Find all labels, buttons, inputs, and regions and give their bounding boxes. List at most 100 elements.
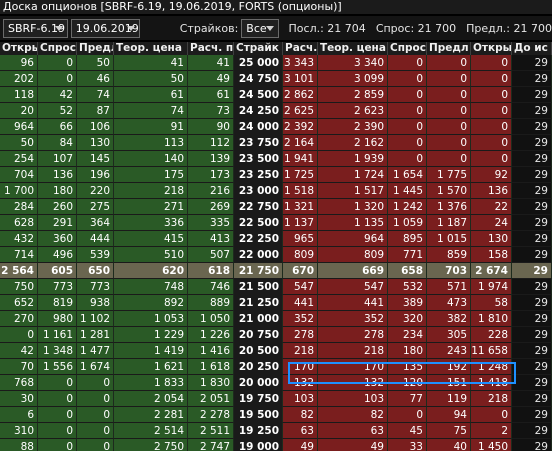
cell-put-theoretical-price[interactable]: 1 939: [318, 151, 388, 167]
table-row[interactable]: 01 161 1 281 1 229 1 226 20 750 278 278 234 305 2…: [0, 327, 552, 343]
cell-call-settlement-price[interactable]: 335: [188, 215, 234, 231]
cell-call-settlement-price[interactable]: 507: [188, 247, 234, 263]
column-header-put-theoretical-price[interactable]: Теор. цена: [318, 42, 388, 55]
cell-call-theoretical-price[interactable]: 91: [114, 119, 188, 135]
cell-call-theoretical-price[interactable]: 140: [114, 151, 188, 167]
cell-put-open-interest[interactable]: 218: [471, 391, 512, 407]
cell-call-open-interest[interactable]: 118: [0, 87, 38, 103]
cell-put-theoretical-price[interactable]: 3 340: [318, 55, 388, 71]
cell-strike[interactable]: 21 750: [234, 263, 283, 279]
cell-put-offer[interactable]: 243: [427, 343, 471, 359]
cell-put-open-interest[interactable]: 2: [471, 423, 512, 439]
cell-call-open-interest[interactable]: 628: [0, 215, 38, 231]
cell-call-bid[interactable]: 605: [38, 263, 77, 279]
table-row[interactable]: 202 0 46 50 49 24 750 3 101 3 099 0 0 0 29: [0, 71, 552, 87]
table-row[interactable]: 284 260 275 271 269 22 750 1 321 1 320 1 242 1 37…: [0, 199, 552, 215]
cell-put-offer[interactable]: 0: [427, 87, 471, 103]
cell-put-open-interest[interactable]: 130: [471, 231, 512, 247]
cell-put-bid[interactable]: 0: [388, 87, 427, 103]
cell-call-settlement-price[interactable]: 216: [188, 183, 234, 199]
cell-call-bid[interactable]: 980: [38, 311, 77, 327]
cell-put-theoretical-price[interactable]: 2 162: [318, 135, 388, 151]
cell-call-offer[interactable]: 0: [77, 375, 114, 391]
cell-call-bid[interactable]: 0: [38, 439, 77, 451]
cell-put-offer[interactable]: 1 376: [427, 199, 471, 215]
cell-call-bid[interactable]: 180: [38, 183, 77, 199]
cell-put-theoretical-price[interactable]: 1 724: [318, 167, 388, 183]
cell-call-open-interest[interactable]: 2 564: [0, 263, 38, 279]
cell-call-theoretical-price[interactable]: 50: [114, 71, 188, 87]
cell-strike[interactable]: 23 250: [234, 167, 283, 183]
cell-call-bid[interactable]: 1 348: [38, 343, 77, 359]
column-header-call-settlement-price[interactable]: Расч. п: [188, 42, 234, 55]
cell-strike[interactable]: 25 000: [234, 55, 283, 71]
cell-put-bid[interactable]: 0: [388, 135, 427, 151]
cell-put-settlement-price[interactable]: 82: [283, 407, 318, 423]
cell-call-settlement-price[interactable]: 2 747: [188, 439, 234, 451]
cell-call-bid[interactable]: 136: [38, 167, 77, 183]
cell-put-settlement-price[interactable]: 3 343: [283, 55, 318, 71]
cell-days-to-expiry[interactable]: 29: [512, 87, 552, 103]
cell-put-theoretical-price[interactable]: 669: [318, 263, 388, 279]
cell-call-bid[interactable]: 0: [38, 423, 77, 439]
cell-put-theoretical-price[interactable]: 278: [318, 327, 388, 343]
cell-call-open-interest[interactable]: 714: [0, 247, 38, 263]
cell-call-open-interest[interactable]: 270: [0, 311, 38, 327]
cell-days-to-expiry[interactable]: 29: [512, 343, 552, 359]
cell-put-offer[interactable]: 0: [427, 119, 471, 135]
table-row[interactable]: 50 84 130 113 112 23 750 2 164 2 162 0 0 0 29: [0, 135, 552, 151]
strikes-select[interactable]: Все: [241, 18, 279, 38]
cell-call-theoretical-price[interactable]: 2 281: [114, 407, 188, 423]
cell-call-bid[interactable]: 260: [38, 199, 77, 215]
cell-call-offer[interactable]: 50: [77, 55, 114, 71]
cell-put-bid[interactable]: 45: [388, 423, 427, 439]
cell-call-settlement-price[interactable]: 746: [188, 279, 234, 295]
cell-put-settlement-price[interactable]: 352: [283, 311, 318, 327]
cell-call-offer[interactable]: 87: [77, 103, 114, 119]
cell-call-bid[interactable]: 52: [38, 103, 77, 119]
cell-strike[interactable]: 20 500: [234, 343, 283, 359]
cell-put-offer[interactable]: 571: [427, 279, 471, 295]
cell-put-offer[interactable]: 859: [427, 247, 471, 263]
cell-put-open-interest[interactable]: 1 974: [471, 279, 512, 295]
cell-put-offer[interactable]: 0: [427, 71, 471, 87]
cell-strike[interactable]: 20 250: [234, 359, 283, 375]
cell-put-settlement-price[interactable]: 965: [283, 231, 318, 247]
cell-put-offer[interactable]: 1 570: [427, 183, 471, 199]
cell-put-bid[interactable]: 320: [388, 311, 427, 327]
table-row[interactable]: 118 42 74 61 61 24 500 2 862 2 859 0 0 0 29: [0, 87, 552, 103]
column-header-put-settlement-price[interactable]: Расч. п: [283, 42, 318, 55]
cell-call-open-interest[interactable]: 50: [0, 135, 38, 151]
cell-call-theoretical-price[interactable]: 336: [114, 215, 188, 231]
cell-call-offer[interactable]: 220: [77, 183, 114, 199]
cell-strike[interactable]: 21 000: [234, 311, 283, 327]
cell-days-to-expiry[interactable]: 29: [512, 295, 552, 311]
table-row[interactable]: 20 52 87 74 73 24 250 2 625 2 623 0 0 0 29: [0, 103, 552, 119]
cell-put-settlement-price[interactable]: 441: [283, 295, 318, 311]
cell-call-offer[interactable]: 650: [77, 263, 114, 279]
cell-call-settlement-price[interactable]: 2 278: [188, 407, 234, 423]
cell-call-settlement-price[interactable]: 2 051: [188, 391, 234, 407]
cell-strike[interactable]: 19 750: [234, 391, 283, 407]
cell-call-offer[interactable]: 539: [77, 247, 114, 263]
cell-call-settlement-price[interactable]: 1 618: [188, 359, 234, 375]
cell-call-offer[interactable]: 145: [77, 151, 114, 167]
cell-call-offer[interactable]: 0: [77, 407, 114, 423]
cell-call-theoretical-price[interactable]: 892: [114, 295, 188, 311]
cell-call-bid[interactable]: 1 161: [38, 327, 77, 343]
cell-put-offer[interactable]: 94: [427, 407, 471, 423]
cell-call-offer[interactable]: 130: [77, 135, 114, 151]
cell-strike[interactable]: 21 500: [234, 279, 283, 295]
cell-call-open-interest[interactable]: 20: [0, 103, 38, 119]
cell-put-bid[interactable]: 389: [388, 295, 427, 311]
cell-strike[interactable]: 22 250: [234, 231, 283, 247]
cell-put-offer[interactable]: 0: [427, 103, 471, 119]
cell-call-offer[interactable]: 364: [77, 215, 114, 231]
cell-call-bid[interactable]: 0: [38, 375, 77, 391]
cell-put-bid[interactable]: 180: [388, 343, 427, 359]
cell-call-settlement-price[interactable]: 139: [188, 151, 234, 167]
cell-days-to-expiry[interactable]: 29: [512, 439, 552, 451]
cell-put-open-interest[interactable]: 58: [471, 295, 512, 311]
cell-put-open-interest[interactable]: 22: [471, 199, 512, 215]
column-header-days-to-expiry[interactable]: До ис: [512, 42, 552, 55]
